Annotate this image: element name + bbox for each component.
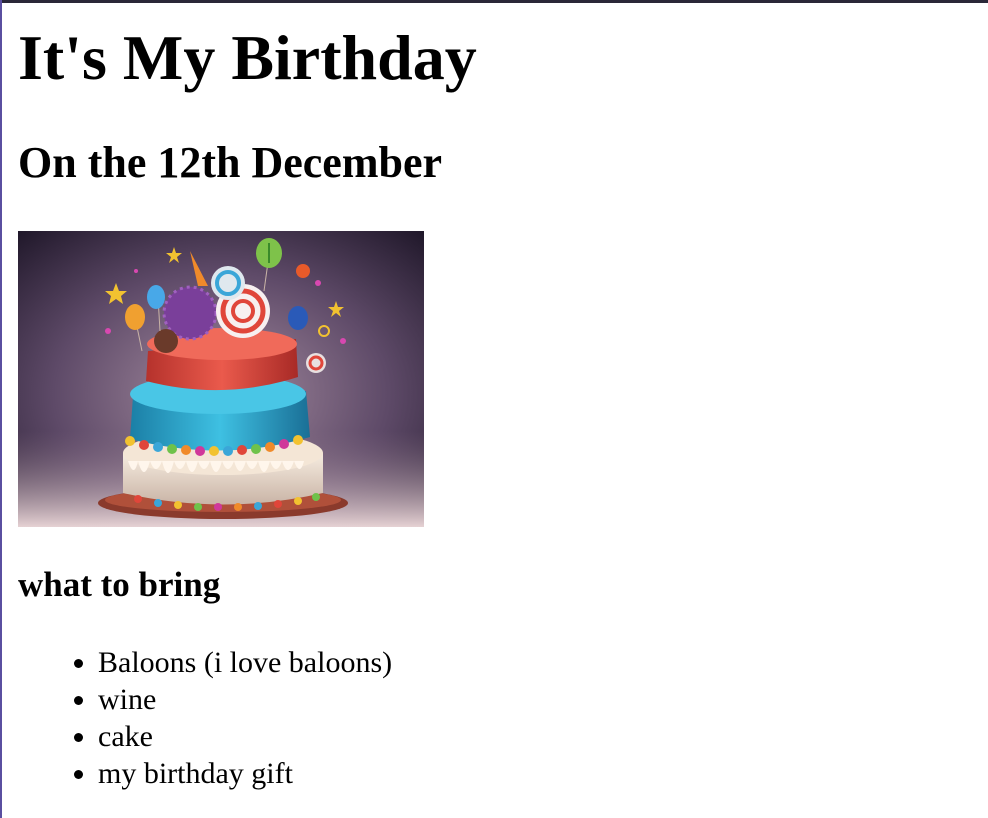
birthday-cake-image (18, 231, 424, 527)
window-left-border (0, 0, 2, 818)
bring-list-heading: what to bring (18, 565, 221, 604)
list-item: cake (98, 718, 392, 755)
page-title: It's My Birthday (18, 22, 477, 93)
page-subtitle: On the 12th December (18, 138, 443, 187)
bring-list: Baloons (i love baloons) wine cake my bi… (18, 644, 392, 792)
list-item: Baloons (i love baloons) (98, 644, 392, 681)
list-item: my birthday gift (98, 755, 392, 792)
list-item: wine (98, 681, 392, 718)
window-top-border (0, 0, 988, 3)
